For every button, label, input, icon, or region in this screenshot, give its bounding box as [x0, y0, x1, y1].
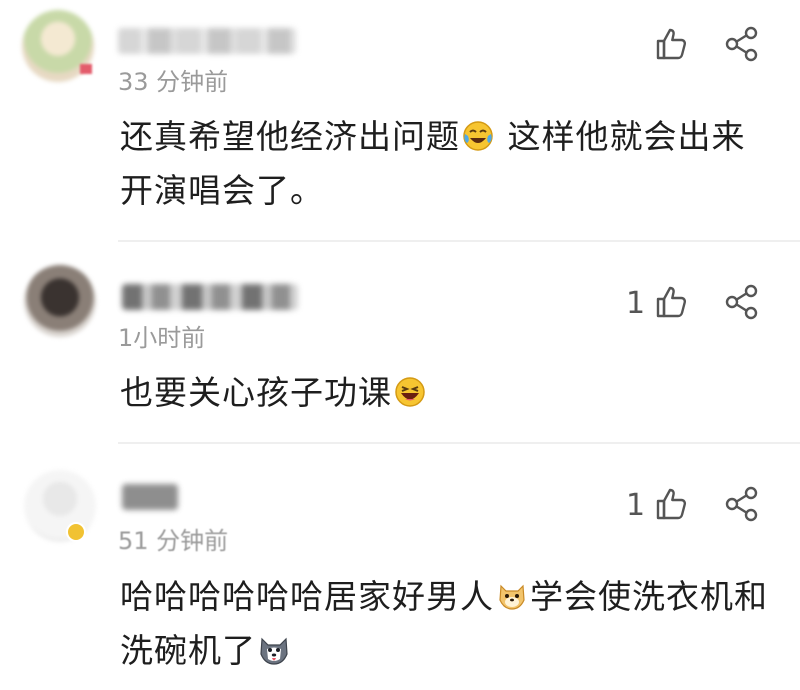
comment-text: 哈哈哈哈哈哈居家好男人 学会使洗衣机和洗碗机了	[120, 570, 770, 678]
username-blurred[interactable]	[122, 484, 178, 510]
like-count: 1	[626, 488, 646, 523]
username-blurred[interactable]	[118, 28, 296, 54]
comment-text: 也要关心孩子功课	[120, 366, 770, 420]
comment-divider	[118, 442, 800, 444]
thumbs-up-icon[interactable]	[654, 284, 690, 320]
avatar[interactable]	[24, 265, 96, 337]
comment-divider	[118, 240, 800, 242]
share-icon[interactable]	[724, 26, 760, 62]
comment-text-part: 还真希望他经济出问题	[120, 117, 460, 156]
husky-emoji	[260, 637, 288, 665]
avatar-badge	[80, 64, 92, 74]
crying-laughing-emoji	[463, 121, 493, 151]
comment-text: 还真希望他经济出问题 这样他就会出来开演唱会了。	[120, 110, 770, 218]
share-icon[interactable]	[724, 284, 760, 320]
comment-text-part: 也要关心孩子功课	[120, 373, 392, 412]
username-blurred[interactable]	[122, 284, 298, 310]
like-count: 1	[626, 286, 646, 321]
comment-time: 33 分钟前	[118, 68, 229, 96]
comment-time: 51 分钟前	[118, 527, 229, 555]
comment-text-part: 哈哈哈哈哈哈居家好男人	[120, 577, 494, 616]
laughing-emoji	[395, 377, 425, 407]
thumbs-up-icon[interactable]	[654, 26, 690, 62]
share-icon[interactable]	[724, 486, 760, 522]
doge-emoji	[499, 584, 525, 610]
verified-badge	[66, 522, 86, 542]
comment-time: 1小时前	[118, 324, 206, 352]
thumbs-up-icon[interactable]	[654, 486, 690, 522]
